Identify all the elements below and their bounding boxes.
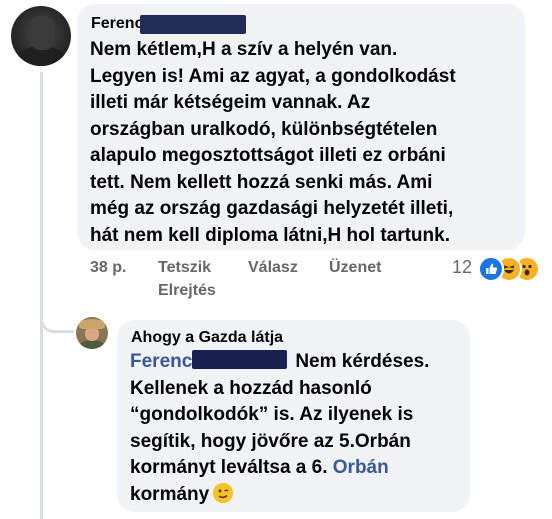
reply-text-block: Ferenc Nem kérdéses. Kellenek a hozzád ha…: [130, 349, 466, 508]
thread-line: [40, 72, 43, 519]
avatar-face: [85, 327, 99, 341]
like-icon: [478, 256, 504, 282]
comment-timestamp[interactable]: 38 p.: [90, 259, 126, 277]
commenter-avatar[interactable]: [11, 6, 71, 66]
message-button[interactable]: Üzenet: [329, 259, 381, 277]
redacted-surname-box: [192, 350, 288, 369]
reply-author-name[interactable]: Ahogy a Gazda látja: [131, 329, 283, 347]
mention-link-orban[interactable]: Orbán: [333, 457, 389, 478]
comment-text: Nem kétlem,H a szív a helyén van. Legyen…: [90, 39, 456, 246]
thread-branch-line: [40, 297, 74, 333]
comment-author-name[interactable]: Ferenc: [91, 15, 143, 33]
avatar-body: [79, 340, 105, 349]
reply-text-end: kormány: [130, 483, 210, 505]
avatar-hat: [79, 319, 105, 329]
avatar-face: [29, 16, 55, 50]
comment-bubble: Ferenc Nem kétlem,H a szív a helyén van.…: [77, 4, 525, 250]
reply-author-avatar[interactable]: [76, 317, 108, 349]
reply-button[interactable]: Válasz: [248, 259, 298, 277]
like-button[interactable]: Tetszik: [158, 259, 211, 277]
reply-bubble: Ahogy a Gazda látja Ferenc Nem kérdéses. …: [117, 320, 470, 512]
wink-emoji-icon: [213, 482, 234, 503]
reaction-count[interactable]: 12: [452, 257, 472, 278]
hide-button[interactable]: Elrejtés: [158, 282, 216, 300]
redacted-surname-box: [140, 15, 246, 34]
mention-link[interactable]: Ferenc: [130, 351, 192, 372]
reaction-icons[interactable]: [474, 256, 544, 282]
